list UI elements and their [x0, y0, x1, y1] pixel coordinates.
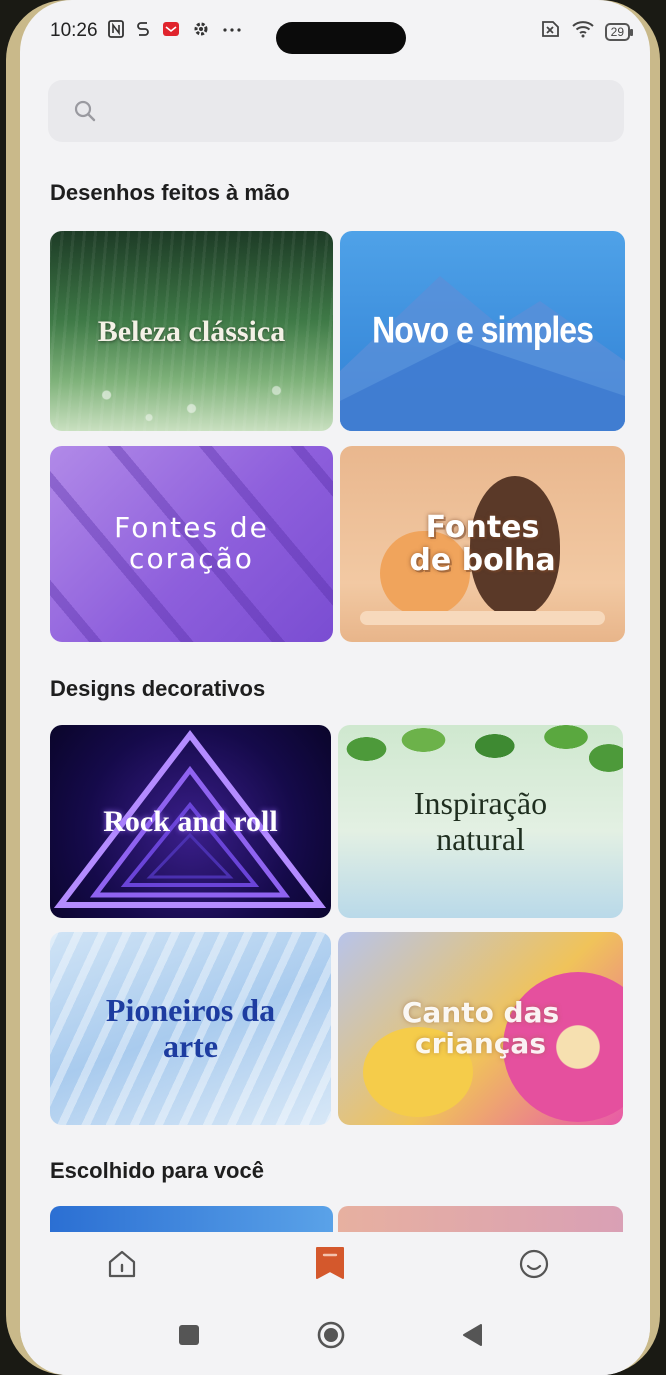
nfc-icon [108, 20, 124, 43]
card-label: Fontes de bolha [409, 510, 556, 578]
flower-dots [50, 341, 333, 431]
section-title-chosen-for-you: Escolhido para você [50, 1158, 264, 1183]
card-label: Rock and roll [103, 805, 278, 838]
sync-icon [136, 20, 150, 43]
home-circle-icon [316, 1320, 346, 1355]
sim-off-icon [539, 20, 561, 43]
home-icon [105, 1247, 139, 1286]
chosen-card-peek-left[interactable] [50, 1206, 333, 1232]
phone-frame: 10:26 29 Desenhos feitos à mão Beleza cl… [6, 0, 660, 1375]
settings-icon [192, 20, 210, 43]
back-triangle-icon [460, 1322, 486, 1353]
bottom-navigation [20, 1232, 650, 1302]
screen: 10:26 29 Desenhos feitos à mão Beleza cl… [20, 0, 650, 1375]
nav-bookmark-button[interactable] [308, 1244, 352, 1288]
camera-notch [276, 22, 406, 54]
mail-icon [162, 20, 180, 43]
theme-card-novo-e-simples[interactable]: Novo e simples [340, 231, 625, 431]
card-label: Inspiração natural [413, 785, 548, 857]
section-title-decorative: Designs decorativos [50, 676, 266, 701]
theme-card-pioneiros-da-arte[interactable]: Pioneiros da arte [50, 932, 331, 1125]
nav-profile-button[interactable] [512, 1244, 556, 1288]
system-home-button[interactable] [314, 1320, 348, 1354]
card-label: Fontes de coração [114, 511, 269, 575]
status-time: 10:26 [50, 20, 98, 41]
theme-card-canto-das-criancas[interactable]: Canto das crianças [338, 932, 623, 1125]
search-input[interactable] [48, 80, 624, 142]
card-label: Beleza clássica [97, 314, 286, 348]
card-label: Pioneiros da arte [105, 992, 276, 1064]
more-dots-icon [222, 20, 242, 43]
wifi-icon [571, 20, 595, 43]
theme-card-fontes-de-bolha[interactable]: Fontes de bolha [340, 446, 625, 642]
theme-card-rock-and-roll[interactable]: Rock and roll [50, 725, 331, 918]
status-right-icons: 29 [539, 20, 634, 43]
recents-button[interactable] [172, 1320, 206, 1354]
status-bar: 10:26 29 [20, 0, 650, 62]
leaves-top [338, 725, 623, 785]
profile-smile-icon [517, 1247, 551, 1286]
theme-card-fontes-de-coracao[interactable]: Fontes de coração [50, 446, 333, 642]
card-label: Novo e simples [372, 309, 594, 352]
battery-icon: 29 [604, 22, 634, 41]
card-label: Canto das crianças [401, 995, 560, 1060]
system-navigation-bar [20, 1302, 650, 1375]
nav-home-button[interactable] [100, 1244, 144, 1288]
theme-card-beleza-classica[interactable]: Beleza clássica [50, 231, 333, 431]
theme-card-inspiracao-natural[interactable]: Inspiração natural [338, 725, 623, 918]
status-left-icons [108, 20, 242, 43]
chosen-card-peek-right[interactable] [338, 1206, 623, 1232]
section-title-hand-drawn: Desenhos feitos à mão [50, 180, 290, 205]
back-button[interactable] [456, 1320, 490, 1354]
search-icon [72, 98, 98, 124]
pedestal [360, 611, 605, 625]
recents-square-icon [176, 1322, 202, 1353]
bookmark-icon [313, 1245, 347, 1288]
